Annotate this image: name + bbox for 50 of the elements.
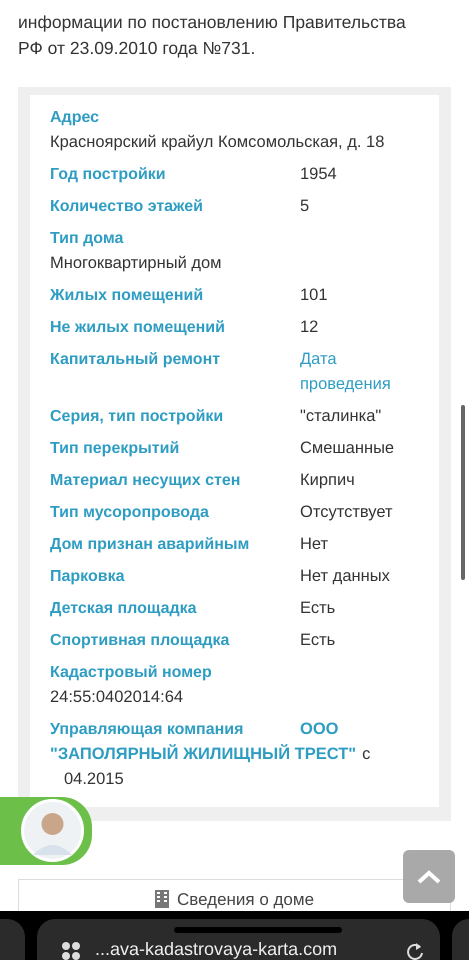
field-value: 12 xyxy=(300,316,320,338)
field-label: Тип дома xyxy=(50,228,124,248)
field-label: Материал несущих стен xyxy=(50,470,242,490)
company-link[interactable]: "ЗАПОЛЯРНЫЙ ЖИЛИЩНЫЙ ТРЕСТ" xyxy=(50,742,356,766)
field-label: Тип мусоропровода xyxy=(50,502,210,522)
building-icon xyxy=(154,890,169,908)
field-label: Дом признан аварийным xyxy=(50,534,250,554)
field-value: с xyxy=(362,744,370,764)
field-label: Не жилых помещений xyxy=(50,318,226,338)
field-value: 5 xyxy=(300,196,310,216)
address-bar[interactable]: ...ava-kadastrovaya-karta.com xyxy=(37,919,440,960)
field-value: Кирпич xyxy=(300,470,356,490)
field-label: Тип перекрытий xyxy=(50,438,180,458)
url-text: ...ava-kadastrovaya-karta.com xyxy=(95,938,338,960)
field-value: Красноярский крайул Комсомольская, д. 18 xyxy=(50,132,386,152)
field-label: Жилых помещений xyxy=(50,286,204,306)
house-info-button[interactable]: Сведения о доме xyxy=(18,879,451,911)
field-value: 24:55:0402014:64 xyxy=(50,686,184,708)
field-label: Спортивная площадка xyxy=(50,630,230,650)
field-value: 101 xyxy=(300,284,329,306)
reload-icon[interactable] xyxy=(406,941,424,960)
field-value: 1954 xyxy=(300,164,338,184)
field-value: Есть xyxy=(300,630,336,650)
company-link[interactable]: ООО xyxy=(300,716,419,742)
tab-pill[interactable] xyxy=(452,919,469,960)
scroll-top-button[interactable] xyxy=(403,850,455,903)
field-value: Нет xyxy=(300,534,330,554)
field-value: Отсутствует xyxy=(300,502,394,522)
field-value: "сталинка" xyxy=(300,406,382,426)
field-value: Смешанные xyxy=(300,438,396,458)
field-value: Нет данных xyxy=(300,566,391,586)
chevron-up-icon xyxy=(416,868,442,884)
field-label: Год постройки xyxy=(50,164,167,184)
field-label: Парковка xyxy=(50,566,126,586)
avatar-icon[interactable] xyxy=(21,799,84,862)
field-label: Кадастровый номер xyxy=(50,662,213,682)
field-link[interactable]: Дата проведения xyxy=(300,346,419,396)
field-value: 04.2015 xyxy=(64,768,124,790)
field-value: Есть xyxy=(300,598,336,618)
field-label: Серия, тип постройки xyxy=(50,406,224,426)
field-value: Многоквартирный дом xyxy=(50,252,223,274)
tab-pill[interactable] xyxy=(0,919,25,960)
field-label: Детская площадка xyxy=(50,598,198,618)
intro-paragraph: информации по постановлению Правительства РФ от 23.09.2010 года №731. xyxy=(17,11,407,60)
dots-icon xyxy=(61,941,81,960)
chat-tab[interactable] xyxy=(0,797,92,865)
field-label: Адрес xyxy=(50,108,100,128)
field-label: Капитальный ремонт xyxy=(50,350,222,370)
field-label: Управляющая компания xyxy=(50,720,244,740)
field-label: Количество этажей xyxy=(50,196,204,216)
